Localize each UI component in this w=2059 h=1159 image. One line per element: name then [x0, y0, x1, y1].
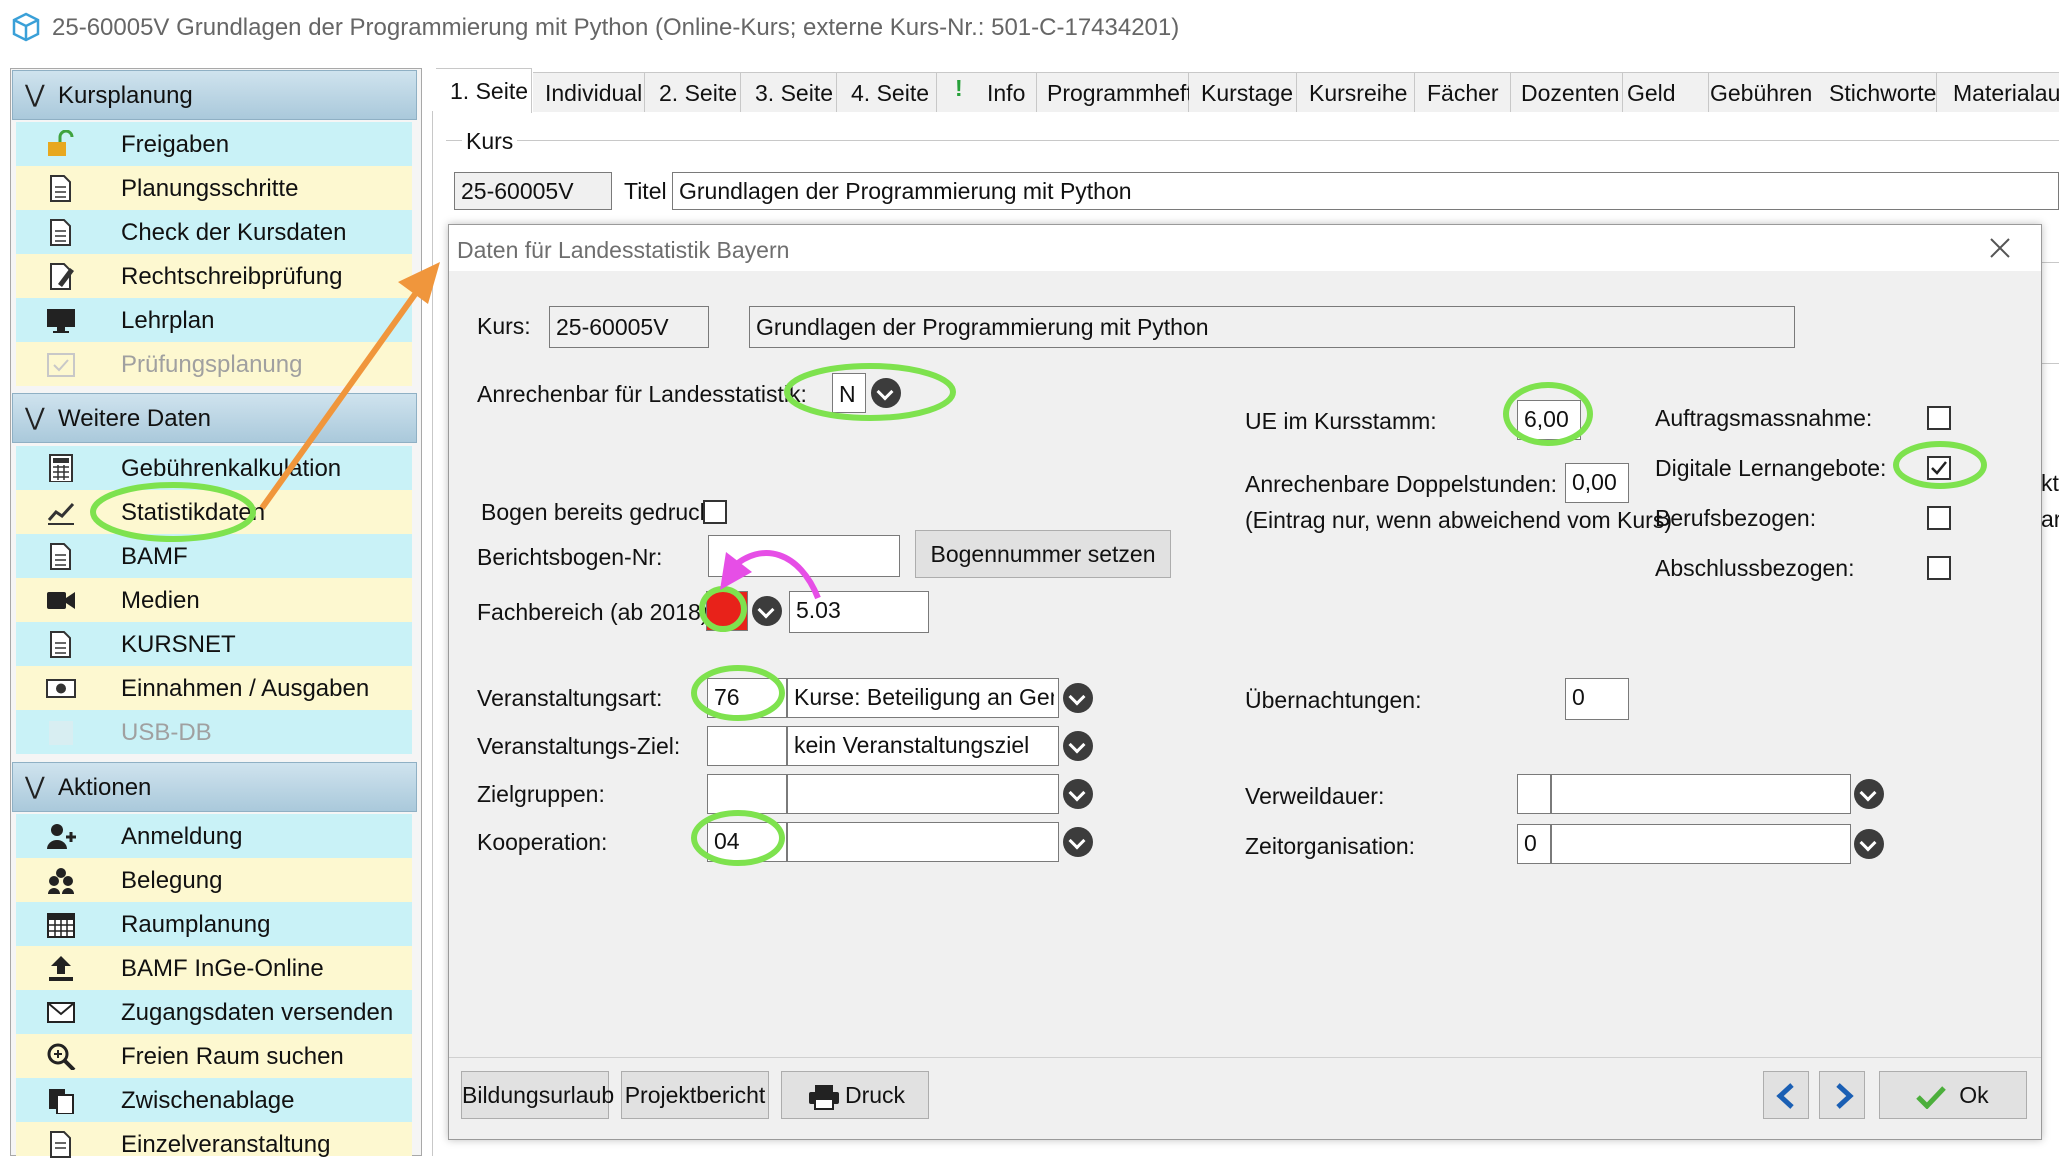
annotation-arrowhead-orange [398, 262, 440, 304]
annotation-overlay [90, 262, 1987, 866]
highlight-ue [1503, 382, 1593, 446]
highlight-anrechenbar [784, 363, 956, 421]
highlight-digitale [1893, 441, 1987, 489]
highlight-veranstaltungsart [691, 665, 785, 721]
highlight-statistikdaten [90, 482, 256, 542]
highlight-kooperation [691, 810, 785, 866]
annotation-arrow-orange [259, 288, 421, 510]
highlight-fachbereich-color [699, 586, 747, 632]
